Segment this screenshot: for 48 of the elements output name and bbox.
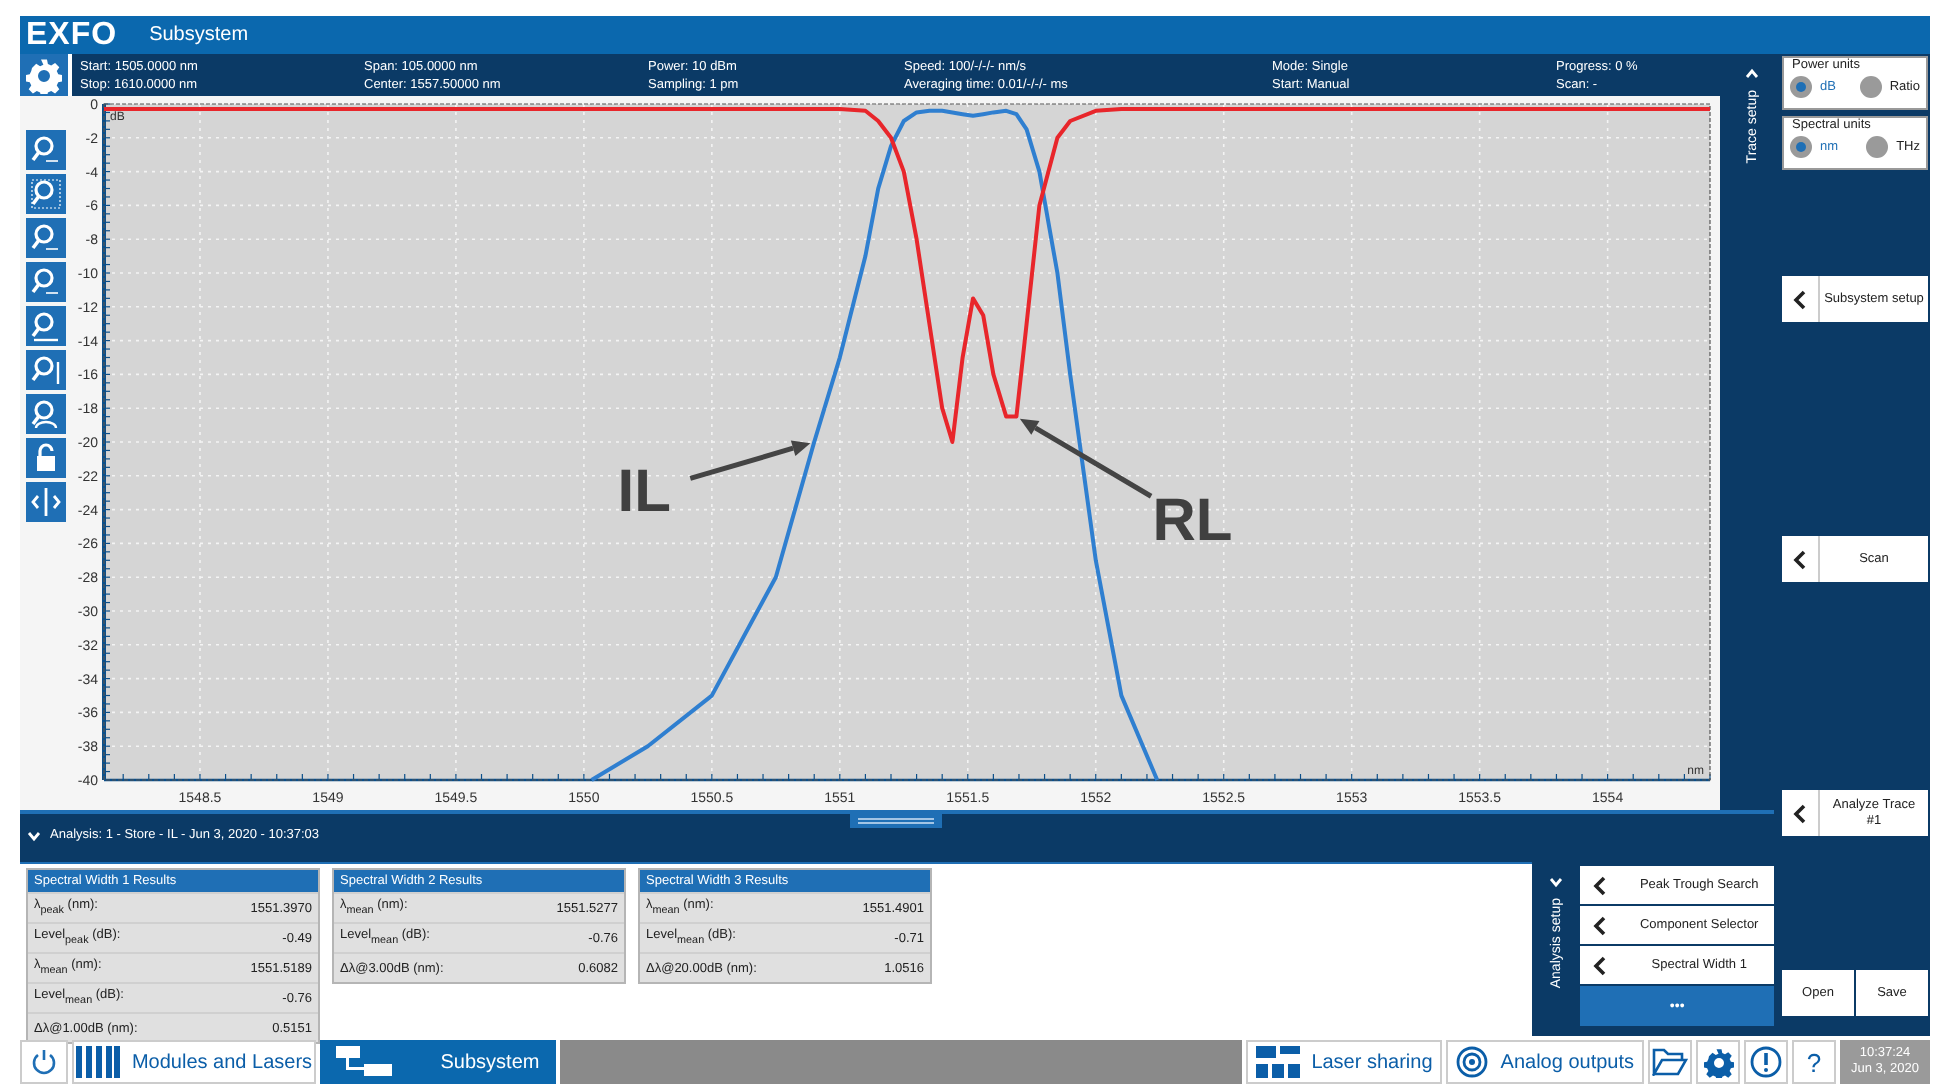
- zoom-button[interactable]: [26, 218, 66, 258]
- chevron-icon: [1792, 549, 1808, 569]
- arrow: [1019, 418, 1153, 499]
- rack-icon: [75, 1046, 120, 1078]
- window-title: Subsystem: [149, 24, 249, 46]
- target-icon: [1456, 1046, 1489, 1078]
- settings-button[interactable]: [1696, 1040, 1740, 1084]
- settings-button[interactable]: [20, 54, 68, 96]
- zoom-button[interactable]: [26, 350, 66, 390]
- chevron-icon: [1548, 874, 1565, 890]
- alert-icon: [1750, 1046, 1782, 1078]
- settings-icon: [1703, 1047, 1733, 1077]
- chevron-icon: [1744, 66, 1760, 82]
- logo: EXFO: [26, 17, 118, 53]
- taskbar-tab[interactable]: Modules and Lasers: [72, 1040, 316, 1084]
- zoom-button[interactable]: [26, 174, 66, 214]
- zoom-icon: [30, 398, 62, 430]
- help-button[interactable]: ?: [1792, 1040, 1836, 1084]
- trace-label: RL: [1152, 487, 1233, 554]
- zoom-icon: [30, 266, 62, 298]
- chevron-icon: [1792, 289, 1808, 309]
- zoom-button[interactable]: [26, 306, 66, 346]
- trace-label: IL: [617, 459, 671, 525]
- power-icon: [30, 1048, 58, 1076]
- zoom-icon: [30, 134, 62, 166]
- lock-button[interactable]: [26, 438, 66, 478]
- taskbar-tab[interactable]: Subsystem: [320, 1040, 556, 1084]
- chevron-icon: [1792, 803, 1808, 823]
- zoom-icon: [30, 178, 62, 210]
- power-button[interactable]: [20, 1040, 68, 1084]
- network-icon: [336, 1046, 393, 1078]
- alert-button[interactable]: [1744, 1040, 1788, 1084]
- cursor-icon: [30, 486, 62, 518]
- laser-sharing-button[interactable]: Laser sharing: [1245, 1040, 1443, 1084]
- folder-icon: [1652, 1048, 1688, 1076]
- chevron-icon[interactable]: [26, 827, 42, 843]
- analog-outputs-button[interactable]: Analog outputs: [1446, 1040, 1644, 1084]
- cursor-button[interactable]: [26, 482, 66, 522]
- zoom-button[interactable]: [26, 262, 66, 302]
- network-icon: [1255, 1046, 1300, 1078]
- arrow: [689, 440, 811, 481]
- zoom-icon: [30, 222, 62, 254]
- zoom-icon: [30, 354, 62, 386]
- zoom-icon: [30, 310, 62, 342]
- zoom-button[interactable]: [26, 130, 66, 170]
- splitter-handle[interactable]: [850, 814, 942, 828]
- zoom-button[interactable]: [26, 394, 66, 434]
- folder-button[interactable]: [1648, 1040, 1692, 1084]
